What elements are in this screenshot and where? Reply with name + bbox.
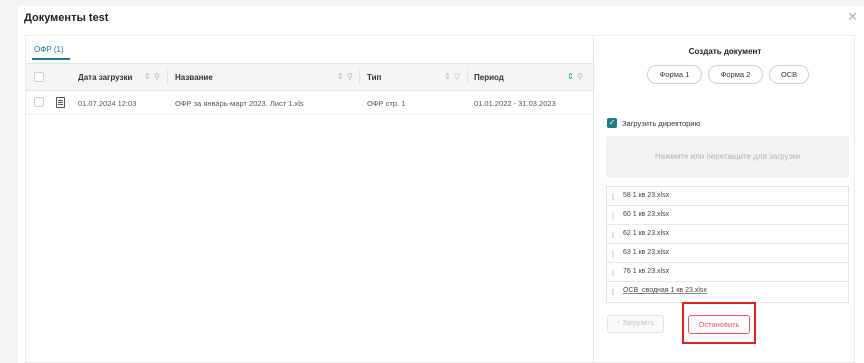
sort-icon[interactable]: ⇕ <box>444 72 451 81</box>
column-separator <box>359 70 360 84</box>
column-header-date[interactable]: Дата загрузки <box>78 73 132 82</box>
active-tab-indicator <box>32 58 70 60</box>
sort-icon[interactable]: ⇕ <box>144 72 151 81</box>
upload-button-label: Загрузить <box>622 320 655 327</box>
column-header-name[interactable]: Название <box>175 73 213 82</box>
table-row[interactable]: 01.07.2024 12:03 ОФР за январь-март 2023… <box>26 91 593 115</box>
create-document-title: Создать документ <box>688 47 762 56</box>
file-name: 76 1 кв 23.xlsx <box>623 268 670 275</box>
cell-name: ОФР за январь-март 2023. Лист 1.xls <box>175 99 304 108</box>
paperclip-icon: ⌊ <box>612 251 615 258</box>
column-separator <box>467 70 468 84</box>
panel-divider <box>593 36 594 363</box>
upload-button[interactable]: ↑ Загрузить <box>607 315 664 333</box>
paperclip-icon: ⌊ <box>612 232 615 239</box>
filter-icon[interactable]: ▽ <box>454 72 460 81</box>
modal-title: Документы test <box>24 12 109 24</box>
file-name: 62 1 кв 23.xlsx <box>623 230 670 237</box>
file-name: 58 1 кв 23.xlsx <box>623 192 670 199</box>
list-item: ⌊ ОСВ_сводная 1 кв 23.xlsx <box>607 282 848 301</box>
sort-icon[interactable]: ⇕ <box>567 72 574 81</box>
documents-panel: ОФР (1) Дата загрузки ⇕ ⚲ Название ⇕ ⚲ Т… <box>25 35 855 363</box>
list-item: ⌊ 58 1 кв 23.xlsx <box>607 187 848 206</box>
list-item: ⌊ 60 1 кв 23.xlsx <box>607 206 848 225</box>
list-item: ⌊ 62 1 кв 23.xlsx <box>607 225 848 244</box>
upload-icon: ↑ <box>616 320 621 327</box>
highlight-annotation <box>682 302 756 344</box>
row-checkbox[interactable] <box>34 97 44 107</box>
table-header: Дата загрузки ⇕ ⚲ Название ⇕ ⚲ Тип ⇕ ▽ П… <box>26 64 593 91</box>
select-all-checkbox[interactable] <box>34 72 44 82</box>
form-1-button[interactable]: Форма 1 <box>647 65 702 84</box>
cell-date: 01.07.2024 12:03 <box>78 99 137 108</box>
list-item: ⌊ 76 1 кв 23.xlsx <box>607 263 848 282</box>
upload-dropzone[interactable]: Нажмите или перетащите для загрузки <box>606 136 849 178</box>
file-name: ОСВ_сводная 1 кв 23.xlsx <box>623 287 707 294</box>
upload-directory-label[interactable]: Загрузить директорию <box>622 119 700 128</box>
documents-modal: Документы test ✕ ОФР (1) Дата загрузки ⇕… <box>18 6 864 363</box>
search-icon[interactable]: ⚲ <box>577 72 583 81</box>
close-icon[interactable]: ✕ <box>847 9 858 25</box>
tab-ofr[interactable]: ОФР (1) <box>34 45 64 54</box>
paperclip-icon: ⌊ <box>612 270 615 277</box>
paperclip-icon: ⌊ <box>612 289 615 296</box>
paperclip-icon: ⌊ <box>612 194 615 201</box>
paperclip-icon: ⌊ <box>612 213 615 220</box>
search-icon[interactable]: ⚲ <box>154 72 160 81</box>
column-separator <box>167 70 168 84</box>
file-name: 60 1 кв 23.xlsx <box>623 211 670 218</box>
column-header-type[interactable]: Тип <box>367 73 381 82</box>
document-icon <box>56 97 65 108</box>
osv-button[interactable]: ОСВ <box>769 65 809 84</box>
file-name: 63 1 кв 23.xlsx <box>623 249 670 256</box>
form-2-button[interactable]: Форма 2 <box>708 65 763 84</box>
tab-strip: ОФР (1) <box>26 36 593 64</box>
file-list: ⌊ 58 1 кв 23.xlsx ⌊ 60 1 кв 23.xlsx ⌊ 62… <box>606 186 849 303</box>
list-item: ⌊ 63 1 кв 23.xlsx <box>607 244 848 263</box>
search-icon[interactable]: ⚲ <box>347 72 353 81</box>
upload-directory-checkbox[interactable]: ✓ <box>607 118 617 128</box>
cell-period: 01.01.2022 - 31.03.2023 <box>474 99 556 108</box>
cell-type: ОФР стр. 1 <box>367 99 406 108</box>
column-header-period[interactable]: Период <box>474 73 504 82</box>
sort-icon[interactable]: ⇕ <box>337 72 344 81</box>
